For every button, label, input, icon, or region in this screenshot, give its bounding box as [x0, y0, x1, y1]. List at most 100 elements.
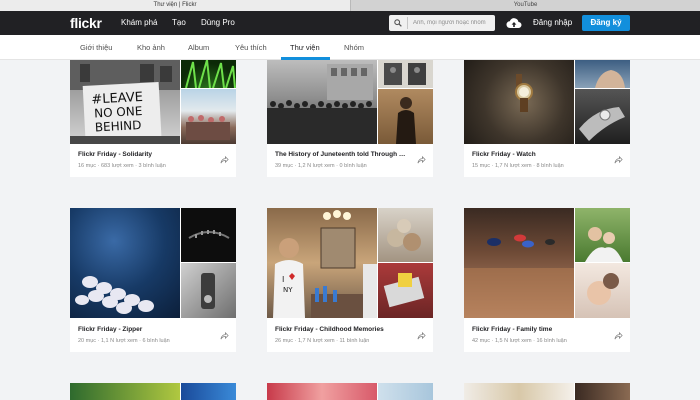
gallery-mosaic[interactable] — [70, 208, 236, 318]
gallery-view-count: 1,7 N lượt xem — [494, 163, 532, 169]
gallery-title[interactable]: Flickr Friday - Family time — [472, 326, 604, 333]
gallery-card[interactable]: The History of Juneteenth told Through P… — [267, 60, 433, 177]
top-navigation-bar: flickr Khám phá Tạo Dùng Pro Đăng nhập Đ… — [0, 11, 700, 35]
gallery-item-count: 39 mục — [275, 163, 294, 169]
gallery-title[interactable]: Flickr Friday - Zipper — [78, 326, 210, 333]
tab-albums[interactable]: Album — [188, 43, 209, 52]
gallery-item-count: 16 mục — [78, 163, 97, 169]
nav-explore[interactable]: Khám phá — [121, 18, 157, 27]
gallery-view-count: 1,7 N lượt xem — [297, 338, 335, 344]
gallery-thumb — [575, 89, 630, 144]
gallery-comment-count: 16 bình luận — [536, 338, 567, 344]
gallery-stats: 20 mục · 1,1 N lượt xem · 6 bình luận — [78, 338, 170, 344]
gallery-item-count: 26 mục — [275, 338, 294, 344]
gallery-item-count: 20 mục — [78, 338, 97, 344]
gallery-cover-photo — [267, 383, 377, 400]
gallery-thumb — [181, 208, 236, 262]
gallery-thumb — [181, 383, 236, 400]
gallery-thumb — [378, 263, 433, 318]
search-icon[interactable] — [394, 19, 402, 27]
gallery-card[interactable]: Flickr Friday - Zipper 20 mục · 1,1 N lư… — [70, 208, 236, 352]
search-divider — [407, 17, 408, 29]
gallery-card[interactable]: Flickr Friday - Family time 42 mục · 1,5… — [464, 208, 630, 352]
gallery-stats: 39 mục · 1,2 N lượt xem · 0 bình luận — [275, 163, 367, 169]
tab-photostream[interactable]: Kho ảnh — [137, 43, 165, 52]
gallery-cover-photo — [464, 60, 574, 144]
gallery-cover-photo — [70, 208, 180, 318]
gallery-view-count: 1,1 N lượt xem — [100, 338, 138, 344]
gallery-card[interactable] — [70, 383, 236, 400]
gallery-stats: 42 mục · 1,5 N lượt xem · 16 bình luận — [472, 338, 567, 344]
svg-text:BEHIND: BEHIND — [95, 118, 142, 134]
share-icon[interactable] — [220, 331, 229, 340]
tab-groups[interactable]: Nhóm — [344, 43, 364, 52]
login-link[interactable]: Đăng nhập — [533, 18, 572, 27]
gallery-card[interactable] — [464, 383, 630, 400]
gallery-card[interactable]: Flickr Friday - Watch 15 mục · 1,7 N lượ… — [464, 60, 630, 177]
gallery-thumb — [575, 60, 630, 88]
gallery-title[interactable]: Flickr Friday - Solidarity — [78, 151, 210, 158]
tab-faves[interactable]: Yêu thích — [235, 43, 267, 52]
gallery-stats: 15 mục · 1,7 N lượt xem · 8 bình luận — [472, 163, 564, 169]
gallery-mosaic[interactable]: #LEAVE NO ONE BEHIND — [70, 60, 236, 144]
gallery-thumb — [181, 89, 236, 144]
gallery-cover-photo — [267, 60, 377, 144]
gallery-comment-count: 0 bình luận — [339, 163, 367, 169]
browser-tab-youtube[interactable]: YouTube — [350, 0, 700, 11]
gallery-comment-count: 3 bình luận — [138, 163, 166, 169]
gallery-thumb — [378, 60, 433, 88]
browser-tab-flickr[interactable]: Thư viện | Flickr — [0, 0, 350, 11]
gallery-title[interactable]: Flickr Friday - Watch — [472, 151, 604, 158]
share-icon[interactable] — [417, 155, 426, 164]
gallery-thumb — [378, 208, 433, 262]
gallery-stats: 26 mục · 1,7 N lượt xem · 11 bình luận — [275, 338, 369, 344]
gallery-stats: 16 mục · 683 lượt xem · 3 bình luận — [78, 163, 166, 169]
gallery-item-count: 42 mục — [472, 338, 491, 344]
profile-subnav: Giới thiệu Kho ảnh Album Yêu thích Thư v… — [0, 35, 700, 60]
gallery-mosaic[interactable] — [464, 60, 630, 144]
gallery-title[interactable]: Flickr Friday - Childhood Memories — [275, 326, 407, 333]
gallery-view-count: 683 lượt xem — [100, 163, 134, 169]
gallery-mosaic[interactable] — [267, 60, 433, 144]
gallery-thumb — [378, 383, 433, 400]
gallery-cover-photo: #LEAVE NO ONE BEHIND — [70, 60, 180, 144]
tab-about[interactable]: Giới thiệu — [80, 43, 112, 52]
svg-text:NY: NY — [283, 286, 293, 294]
gallery-view-count: 1,5 N lượt xem — [494, 338, 532, 344]
tab-galleries[interactable]: Thư viện — [290, 43, 320, 52]
search-input[interactable] — [413, 15, 493, 31]
gallery-thumb — [575, 383, 630, 400]
gallery-cover-photo: I NY — [267, 208, 377, 318]
gallery-thumb — [378, 89, 433, 144]
browser-tabstrip: Thư viện | Flickr YouTube — [0, 0, 700, 11]
gallery-card[interactable]: I NY Flickr Friday - Childhood Memories 2… — [267, 208, 433, 352]
nav-create[interactable]: Tạo — [172, 18, 186, 27]
gallery-mosaic[interactable] — [464, 208, 630, 318]
gallery-cover-photo — [464, 383, 574, 400]
gallery-comment-count: 11 bình luận — [339, 338, 370, 344]
flickr-logo[interactable]: flickr — [70, 15, 102, 31]
gallery-card[interactable]: #LEAVE NO ONE BEHIND Flickr Friday - Sol… — [70, 60, 236, 177]
gallery-thumb — [575, 208, 630, 262]
share-icon[interactable] — [220, 155, 229, 164]
upload-cloud-icon[interactable] — [506, 17, 522, 29]
share-icon[interactable] — [417, 331, 426, 340]
gallery-comment-count: 8 bình luận — [536, 163, 564, 169]
gallery-view-count: 1,2 N lượt xem — [297, 163, 335, 169]
gallery-cover-photo — [464, 208, 574, 318]
gallery-thumb — [575, 263, 630, 318]
svg-text:I: I — [282, 275, 284, 284]
gallery-cover-photo — [70, 383, 180, 400]
gallery-card[interactable] — [267, 383, 433, 400]
nav-get-pro[interactable]: Dùng Pro — [201, 18, 235, 27]
share-icon[interactable] — [614, 331, 623, 340]
gallery-title[interactable]: The History of Juneteenth told Through P… — [275, 151, 407, 158]
signup-button[interactable]: Đăng ký — [582, 15, 630, 31]
gallery-mosaic[interactable]: I NY — [267, 208, 433, 318]
protest-banner-image: #LEAVE NO ONE BEHIND — [70, 60, 180, 144]
gallery-thumb — [181, 60, 236, 88]
search-box — [389, 15, 495, 31]
share-icon[interactable] — [614, 155, 623, 164]
gallery-thumb — [181, 263, 236, 318]
gallery-item-count: 15 mục — [472, 163, 491, 169]
